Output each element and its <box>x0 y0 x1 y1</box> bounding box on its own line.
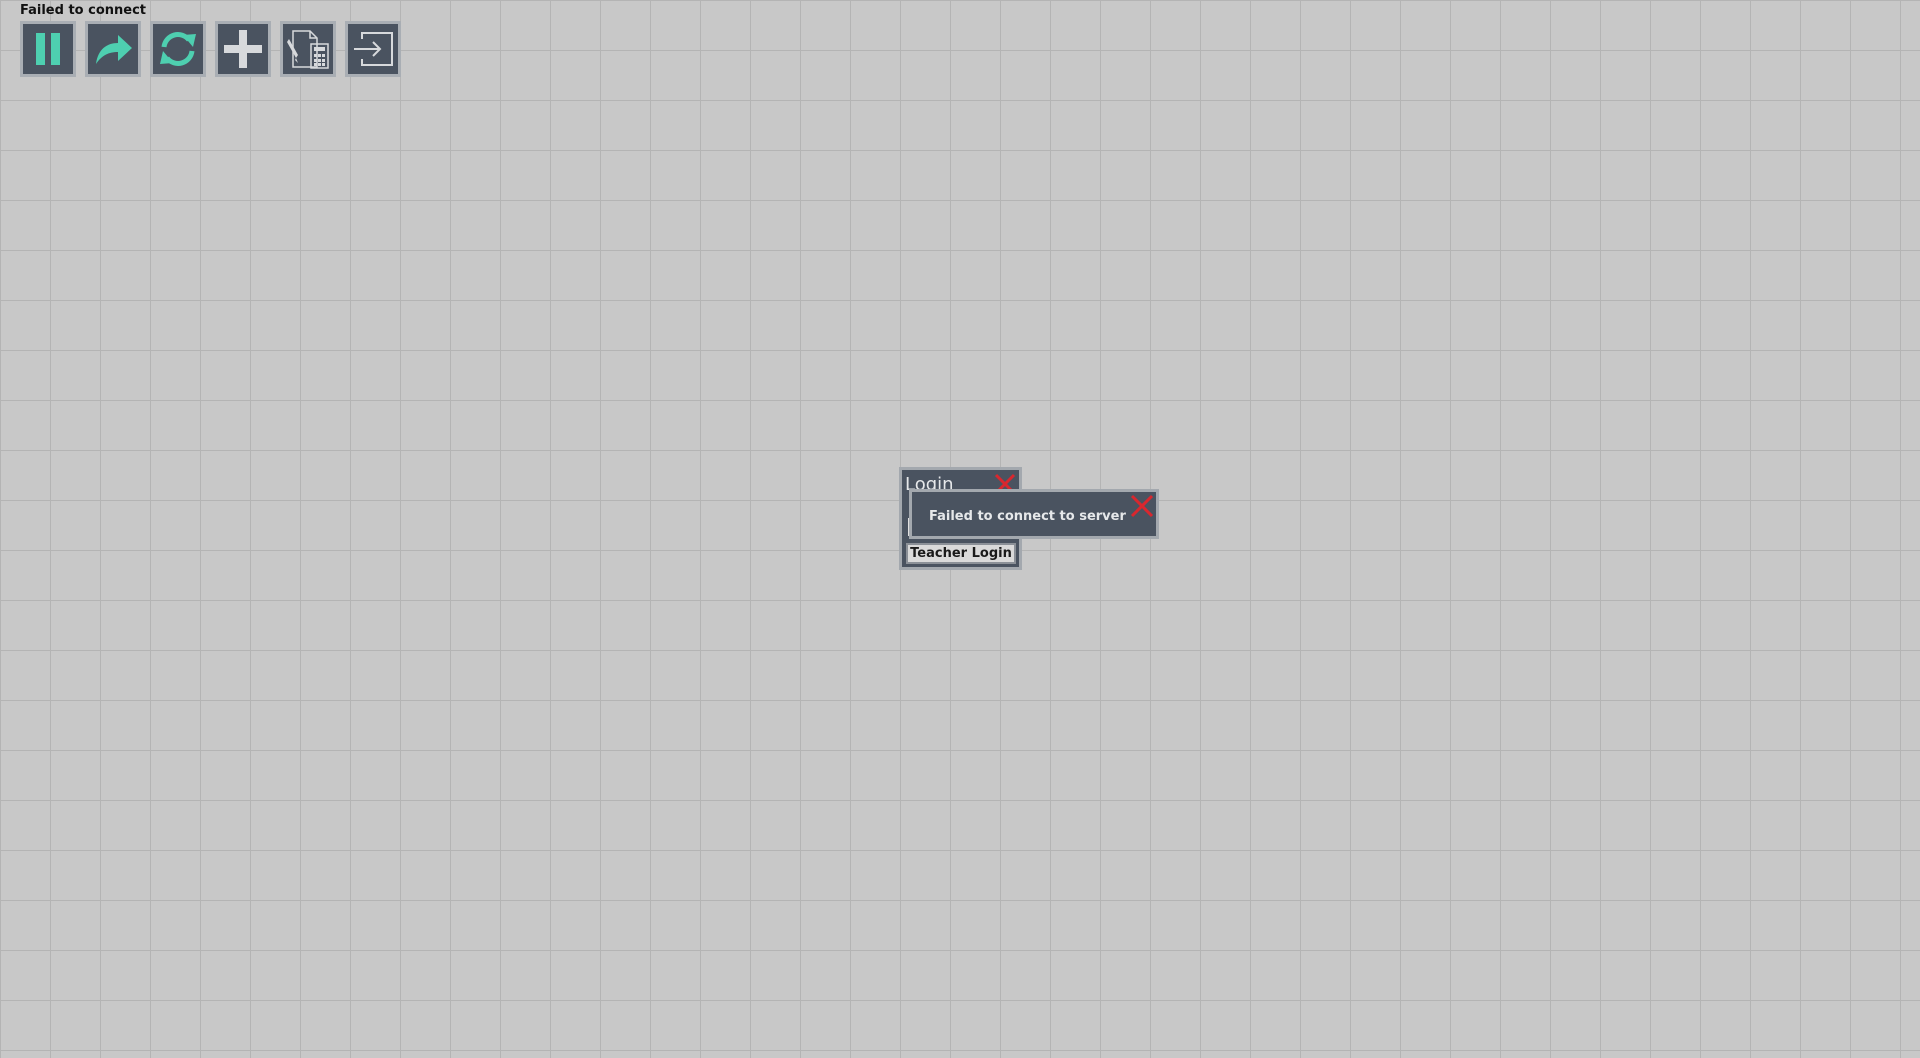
document-calculator-icon <box>287 30 329 69</box>
pause-icon <box>36 33 60 65</box>
toolbar <box>20 21 401 77</box>
login-arrow-icon <box>354 32 393 66</box>
plus-icon <box>224 30 262 68</box>
refresh-button[interactable] <box>150 21 206 77</box>
teacher-login-button[interactable]: Teacher Login <box>906 543 1016 564</box>
pause-button[interactable] <box>20 21 76 77</box>
error-dialog: Failed to connect to server <box>909 489 1159 539</box>
add-button[interactable] <box>215 21 271 77</box>
calculator-button[interactable] <box>280 21 336 77</box>
refresh-icon <box>160 32 196 66</box>
close-icon[interactable] <box>1129 493 1155 519</box>
share-arrow-icon <box>96 35 132 64</box>
error-message: Failed to connect to server <box>929 509 1126 524</box>
share-button[interactable] <box>85 21 141 77</box>
login-button[interactable] <box>345 21 401 77</box>
connection-status-text: Failed to connect <box>20 3 147 18</box>
